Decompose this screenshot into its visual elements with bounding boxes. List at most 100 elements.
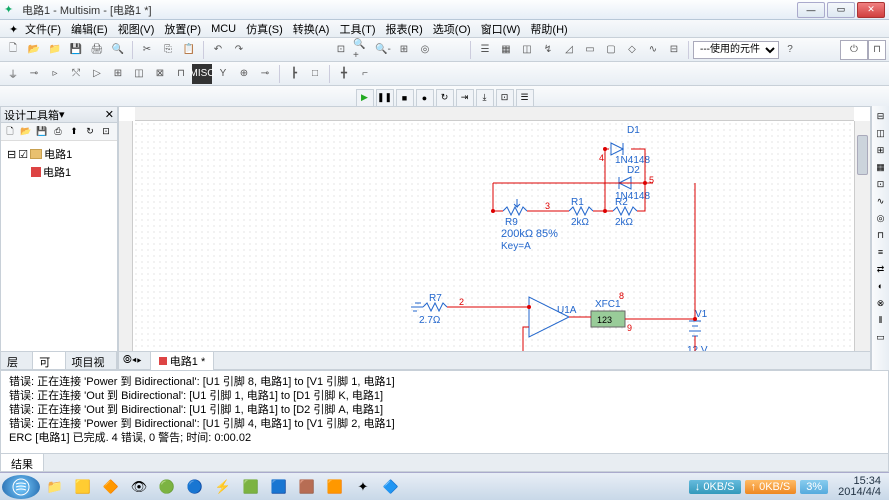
menu-report[interactable]: 报表(R) xyxy=(381,20,428,38)
menu-options[interactable]: 选项(O) xyxy=(428,20,476,38)
taskbar-app1-icon[interactable]: 🟨 xyxy=(70,476,96,498)
print-icon[interactable]: 🖨 xyxy=(87,40,107,60)
menu-view[interactable]: 视图(V) xyxy=(113,20,160,38)
scrollbar-thumb[interactable] xyxy=(857,135,868,175)
taskbar-thunder-icon[interactable]: ⚡ xyxy=(210,476,236,498)
taskbar-chrome-icon[interactable]: 🟢 xyxy=(154,476,180,498)
inst-watt-icon[interactable]: ⊞ xyxy=(874,143,888,157)
ground-icon[interactable]: ⏚ xyxy=(3,64,23,84)
tray-clock[interactable]: 15:34 2014/4/4 xyxy=(832,476,887,498)
tree-child[interactable]: 电路1 xyxy=(5,163,113,181)
inst-fgen-icon[interactable]: ◫ xyxy=(874,126,888,140)
bus-icon[interactable]: ⊟ xyxy=(664,40,684,60)
grid-icon[interactable]: ▦ xyxy=(496,40,516,60)
switch-icon[interactable]: ⏻ xyxy=(840,40,868,60)
zoom-fit-icon[interactable]: ⊞ xyxy=(394,40,414,60)
sb-new-icon[interactable]: 🗋 xyxy=(3,125,17,139)
switch2-icon[interactable]: ⊓ xyxy=(868,40,886,60)
inst-word-icon[interactable]: ⊓ xyxy=(874,228,888,242)
tree-root[interactable]: ⊟ ☑ 电路1 xyxy=(5,145,113,163)
instrument-xfc1[interactable]: 123 XFC1 xyxy=(591,299,625,327)
step5-button[interactable]: ⊡ xyxy=(496,89,514,107)
start-button[interactable] xyxy=(2,475,40,499)
step6-button[interactable]: ☰ xyxy=(516,89,534,107)
erc-output[interactable]: 错误: 正在连接 'Power 到 Bidirectional': [U1 引脚… xyxy=(1,371,888,453)
cut-icon[interactable]: ✂ xyxy=(137,40,157,60)
transistor-icon[interactable]: ⤲ xyxy=(66,64,86,84)
zoom-in-icon[interactable]: 🔍+ xyxy=(352,40,372,60)
minimize-button[interactable]: — xyxy=(797,2,825,18)
close-button[interactable]: ✕ xyxy=(857,2,885,18)
step3-button[interactable]: ⇥ xyxy=(456,89,474,107)
menu-sim[interactable]: 仿真(S) xyxy=(241,20,288,38)
sb-open-icon[interactable]: 📂 xyxy=(19,125,33,139)
canvas-tab[interactable]: 电路1 * xyxy=(150,351,214,370)
menu-place[interactable]: 放置(P) xyxy=(159,20,206,38)
link-icon[interactable]: ◇ xyxy=(622,40,642,60)
sb-up-icon[interactable]: ⬆ xyxy=(67,125,81,139)
tab-visible[interactable]: 可见 xyxy=(33,352,65,369)
sidebar-dropdown-icon[interactable]: ▾ xyxy=(59,108,65,121)
sb-more-icon[interactable]: ⊡ xyxy=(99,125,113,139)
rf-icon[interactable]: Y xyxy=(213,64,233,84)
db-icon[interactable]: ◫ xyxy=(517,40,537,60)
inst-conv-icon[interactable]: ⇄ xyxy=(874,262,888,276)
diode-icon[interactable]: ▹ xyxy=(45,64,65,84)
menu-file[interactable]: 文件(F) xyxy=(20,20,66,38)
component-u1a[interactable]: U1A LM358P xyxy=(529,297,591,351)
wire-icon[interactable]: ∿ xyxy=(643,40,663,60)
cmos-icon[interactable]: ◫ xyxy=(129,64,149,84)
step4-button[interactable]: ⤓ xyxy=(476,89,494,107)
run-button[interactable]: ▶ xyxy=(356,89,374,107)
zoom-area-icon[interactable]: ⊡ xyxy=(331,40,351,60)
inst-iv-icon[interactable]: ◐ xyxy=(874,279,888,293)
open2-icon[interactable]: 📁 xyxy=(45,40,65,60)
open-icon[interactable]: 📂 xyxy=(24,40,44,60)
component-v1[interactable]: V1 12 V xyxy=(687,309,708,351)
menu-edit[interactable]: 编辑(E) xyxy=(66,20,113,38)
taskbar-app5-icon[interactable]: 🟧 xyxy=(322,476,348,498)
inst-logic-icon[interactable]: ≡ xyxy=(874,245,888,259)
taskbar-explorer-icon[interactable]: 📁 xyxy=(42,476,68,498)
sb-refresh-icon[interactable]: ↻ xyxy=(83,125,97,139)
paste-icon[interactable]: 📋 xyxy=(179,40,199,60)
component-combo[interactable]: ---使用的元件--- xyxy=(693,41,779,59)
expand-icon[interactable]: ⊟ xyxy=(7,148,16,161)
taskbar-multisim-icon[interactable]: ✦ xyxy=(350,476,376,498)
inst-net-icon[interactable]: ▭ xyxy=(874,330,888,344)
canvas-vscrollbar[interactable] xyxy=(854,121,870,351)
taskbar-app4-icon[interactable]: 🟫 xyxy=(294,476,320,498)
inst-mult-icon[interactable]: ⊟ xyxy=(874,109,888,123)
maximize-button[interactable]: ▭ xyxy=(827,2,855,18)
list-icon[interactable]: ☰ xyxy=(475,40,495,60)
sb-save-icon[interactable]: 💾 xyxy=(35,125,49,139)
taskbar-utorrent-icon[interactable]: 🟩 xyxy=(238,476,264,498)
taskbar-weibo-icon[interactable]: 👁 xyxy=(126,476,152,498)
inst-freq-icon[interactable]: ◎ xyxy=(874,211,888,225)
ic-icon[interactable]: ⊞ xyxy=(108,64,128,84)
design-tree[interactable]: ⊟ ☑ 电路1 电路1 xyxy=(1,141,117,351)
box-icon[interactable]: ▢ xyxy=(601,40,621,60)
resistor-icon[interactable]: ⊸ xyxy=(24,64,44,84)
check-icon[interactable]: ☑ xyxy=(18,148,28,161)
menu-tools[interactable]: 工具(T) xyxy=(334,20,380,38)
taskbar-app3-icon[interactable]: 🟦 xyxy=(266,476,292,498)
save-icon[interactable]: 💾 xyxy=(66,40,86,60)
tab-project[interactable]: 项目视图 xyxy=(66,352,118,369)
undo-icon[interactable]: ↶ xyxy=(208,40,228,60)
misc-icon[interactable]: MISC xyxy=(192,64,212,84)
tab-results[interactable]: 结果 xyxy=(1,454,44,471)
ind-icon[interactable]: ⊓ xyxy=(171,64,191,84)
taskbar-app6-icon[interactable]: 🔷 xyxy=(378,476,404,498)
component-r7[interactable]: R7 2.7Ω xyxy=(411,293,447,326)
zoom-all-icon[interactable]: ◎ xyxy=(415,40,435,60)
new-icon[interactable]: 🗋 xyxy=(3,40,23,60)
menu-window[interactable]: 窗口(W) xyxy=(476,20,526,38)
inst-spec-icon[interactable]: ⫴ xyxy=(874,313,888,327)
mixed-icon[interactable]: ⊠ xyxy=(150,64,170,84)
taskbar-app2-icon[interactable]: 🔶 xyxy=(98,476,124,498)
menu-convert[interactable]: 转换(A) xyxy=(288,20,335,38)
schematic-canvas[interactable]: D1 1N4148 D2 1N4148 R1 2kΩ R2 2kΩ xyxy=(133,121,854,351)
tab-hierarchy[interactable]: 层次 xyxy=(1,352,33,369)
preview-icon[interactable]: 🔍 xyxy=(108,40,128,60)
